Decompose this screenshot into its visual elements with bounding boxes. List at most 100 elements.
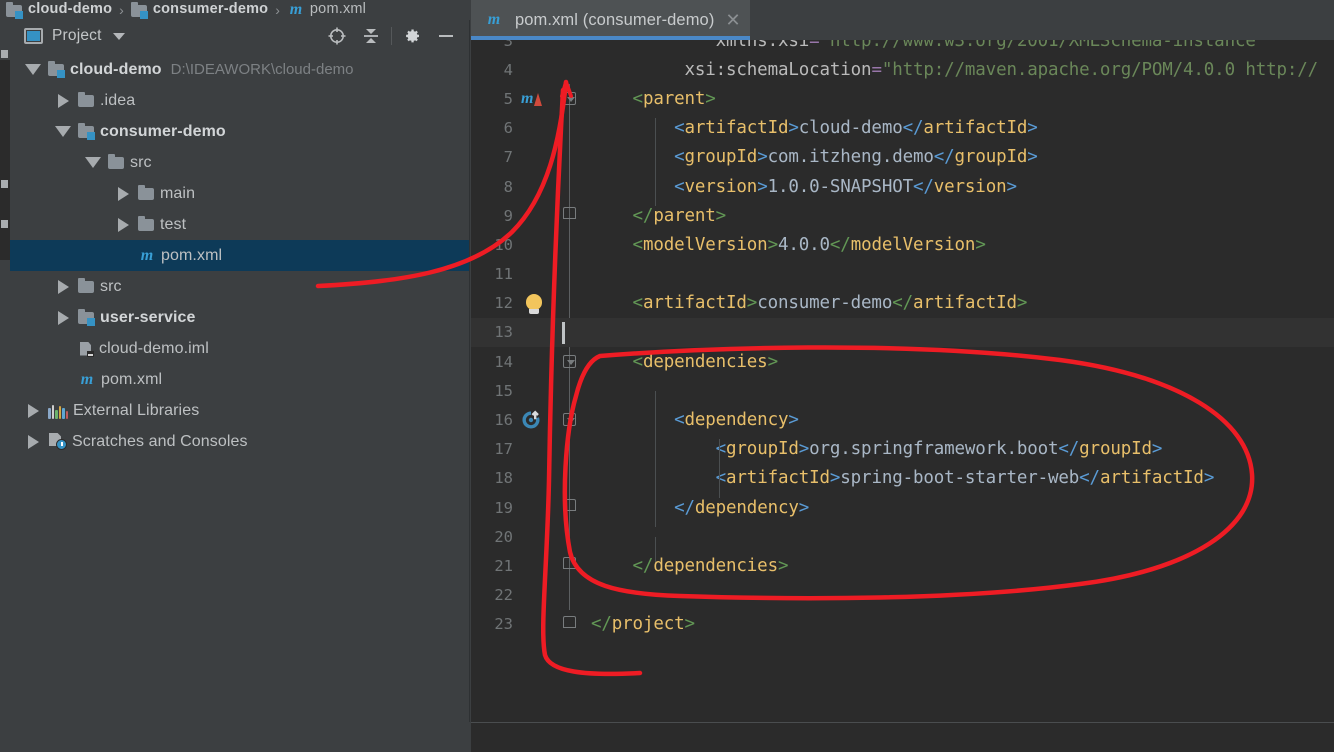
- code-token: groupId: [954, 147, 1028, 168]
- expand-arrow-icon[interactable]: [18, 403, 48, 418]
- fold-end-icon[interactable]: [563, 207, 576, 220]
- code-token: artifactId: [726, 468, 830, 489]
- code-line[interactable]: 11: [471, 259, 1334, 289]
- expand-arrow-icon[interactable]: [48, 93, 78, 108]
- tree-node-consumer-demo[interactable]: consumer-demo: [10, 116, 469, 147]
- fold-column[interactable]: [557, 405, 579, 435]
- code-line[interactable]: 9 </parent>: [471, 201, 1334, 231]
- tree-node-src[interactable]: src: [10, 147, 469, 178]
- tree-spacer: [48, 348, 78, 349]
- expand-arrow-icon[interactable]: [18, 434, 48, 449]
- fold-column[interactable]: [557, 493, 579, 523]
- tree-node-pom-xml[interactable]: m pom.xml: [10, 364, 469, 395]
- fold-column[interactable]: [557, 347, 579, 377]
- gutter-icon-slot: [519, 347, 557, 376]
- fold-column[interactable]: [557, 84, 579, 114]
- project-tree[interactable]: cloud-demo D:\IDEAWORK\cloud-demo .idea con…: [10, 52, 469, 752]
- tree-node-src[interactable]: src: [10, 271, 469, 302]
- fold-collapse-icon[interactable]: [563, 355, 576, 369]
- locate-icon[interactable]: [320, 21, 354, 51]
- tree-node-test[interactable]: test: [10, 209, 469, 240]
- code-line[interactable]: 18 <artifactId>spring-boot-starter-web</…: [471, 463, 1334, 498]
- code-line[interactable]: 23 </project>: [471, 610, 1334, 639]
- tree-node-external-libraries[interactable]: External Libraries: [10, 395, 469, 426]
- tree-node-cloud-demo[interactable]: cloud-demo D:\IDEAWORK\cloud-demo: [10, 54, 469, 85]
- maven-update-icon[interactable]: m: [521, 90, 543, 108]
- fold-column[interactable]: [557, 551, 579, 581]
- tree-node-scratches-and-consoles[interactable]: Scratches and Consoles: [10, 426, 469, 457]
- fold-column: [557, 318, 579, 347]
- collapse-arrow-icon[interactable]: [78, 157, 108, 168]
- breadcrumb-item-pom-xml[interactable]: m pom.xml: [287, 0, 366, 20]
- chevron-down-icon[interactable]: [112, 32, 125, 40]
- code-line[interactable]: 19 </dependency>: [471, 493, 1334, 527]
- fold-line: [569, 580, 570, 610]
- editor-area: m pom.xml (consumer-demo) ✕ 3 xmlns:xsi=…: [471, 0, 1334, 752]
- tree-node-pom-xml[interactable]: m pom.xml: [10, 240, 469, 271]
- gutter-icon-slot: [519, 201, 557, 230]
- code-line[interactable]: 3 xmlns:xsi="http://www.w3.org/2001/XMLS…: [471, 40, 1334, 55]
- fold-line: [569, 259, 570, 289]
- code-token: >: [788, 410, 799, 431]
- code-line[interactable]: 5m <parent>: [471, 84, 1334, 114]
- code-line[interactable]: 6 <artifactId>cloud-demo</artifactId>: [471, 113, 1334, 148]
- code-line[interactable]: 14 <dependencies>: [471, 347, 1334, 377]
- fold-column[interactable]: [557, 610, 579, 639]
- gutter-icon-slot[interactable]: [519, 289, 557, 318]
- breadcrumb-label: cloud-demo: [28, 0, 113, 17]
- fold-end-icon[interactable]: [563, 557, 576, 570]
- project-panel-title: Project: [52, 27, 102, 44]
- maven-reimport-icon[interactable]: [521, 410, 541, 430]
- code-editor[interactable]: 3 xmlns:xsi="http://www.w3.org/2001/XMLS…: [471, 40, 1334, 752]
- code-line[interactable]: 17 <groupId>org.springframework.boot</gr…: [471, 434, 1334, 469]
- expand-arrow-icon[interactable]: [48, 310, 78, 325]
- code-line[interactable]: 8 <version>1.0.0-SNAPSHOT</version>: [471, 171, 1334, 206]
- gear-icon[interactable]: [395, 21, 429, 51]
- gutter-icon-slot[interactable]: m: [519, 84, 557, 113]
- code-line[interactable]: 4 xsi:schemaLocation="http://maven.apach…: [471, 55, 1334, 84]
- collapse-all-icon[interactable]: [354, 21, 388, 51]
- fold-collapse-icon[interactable]: [563, 92, 576, 106]
- breadcrumb-item-cloud-demo[interactable]: cloud-demo: [6, 0, 112, 20]
- gutter-icon-slot[interactable]: [519, 405, 557, 434]
- fold-end-icon[interactable]: [563, 615, 576, 628]
- tool-strip-nub[interactable]: [1, 50, 8, 58]
- fold-end-icon[interactable]: [563, 499, 576, 511]
- line-number: 21: [494, 556, 513, 575]
- tree-node-cloud-demo-iml[interactable]: cloud-demo.iml: [10, 333, 469, 364]
- close-icon[interactable]: ✕: [725, 11, 740, 29]
- code-line[interactable]: 12 <artifactId>consumer-demo</artifactId…: [471, 288, 1334, 318]
- tree-node-main[interactable]: main: [10, 178, 469, 209]
- fold-collapse-icon[interactable]: [563, 413, 576, 427]
- fold-column[interactable]: [557, 201, 579, 231]
- breadcrumb-item-consumer-demo[interactable]: consumer-demo: [130, 0, 268, 20]
- expand-arrow-icon[interactable]: [108, 217, 138, 232]
- expand-arrow-icon[interactable]: [48, 279, 78, 294]
- code-token: <: [715, 439, 727, 460]
- code-line[interactable]: 15: [471, 376, 1334, 421]
- tree-node-user-service[interactable]: user-service: [10, 302, 469, 333]
- code-line[interactable]: 13: [471, 317, 1334, 348]
- expand-arrow-icon[interactable]: [108, 186, 138, 201]
- fold-column: [557, 522, 579, 552]
- code-line[interactable]: 21 </dependencies>: [471, 551, 1334, 581]
- tool-strip-nub[interactable]: [1, 220, 8, 228]
- tab-pom-xml[interactable]: m pom.xml (consumer-demo) ✕: [471, 0, 750, 40]
- tree-node-idea[interactable]: .idea: [10, 85, 469, 116]
- intention-bulb-icon[interactable]: [526, 293, 542, 314]
- breadcrumb-separator-icon: ›: [119, 2, 124, 18]
- code-line[interactable]: 10 <modelVersion>4.0.0</modelVersion>: [471, 230, 1334, 260]
- code-line[interactable]: 16 <dependency>: [471, 405, 1334, 440]
- code-line[interactable]: 22: [471, 580, 1334, 610]
- minimize-icon[interactable]: [429, 21, 463, 51]
- gutter-icon-slot: [519, 610, 557, 639]
- tool-strip-nub[interactable]: [1, 180, 8, 188]
- collapse-arrow-icon[interactable]: [48, 126, 78, 137]
- collapse-arrow-icon[interactable]: [18, 64, 48, 75]
- code-line[interactable]: 20: [471, 522, 1334, 566]
- line-number: 11: [494, 265, 513, 284]
- code-line[interactable]: 7 <groupId>com.itzheng.demo</groupId>: [471, 142, 1334, 177]
